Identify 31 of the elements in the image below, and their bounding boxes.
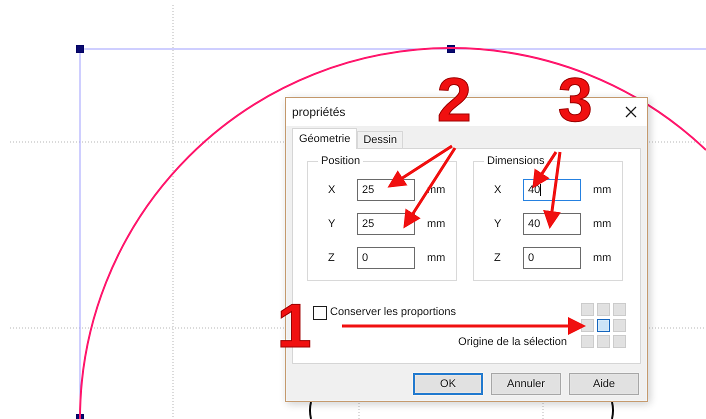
- axis-label: X: [493, 184, 502, 196]
- axis-label: Z: [493, 252, 502, 264]
- axis-label: Y: [493, 218, 502, 230]
- group-title: Dimensions: [484, 155, 548, 167]
- unit-label: mm: [593, 218, 612, 230]
- group-title: Position: [318, 155, 364, 167]
- axis-label: Y: [327, 218, 336, 230]
- window-title: propriétés: [292, 105, 346, 119]
- input-field[interactable]: 40: [523, 213, 581, 235]
- axis-label: X: [327, 184, 336, 196]
- unit-label: mm: [427, 252, 446, 264]
- unit-label: mm: [593, 184, 612, 196]
- dialog-button[interactable]: Annuler: [491, 373, 561, 395]
- close-icon[interactable]: [625, 106, 637, 118]
- curve-line: [309, 402, 312, 419]
- input-field[interactable]: 0: [357, 247, 415, 269]
- checkbox-label: Conserver les proportions: [330, 306, 456, 318]
- unit-label: mm: [593, 252, 612, 264]
- input-field[interactable]: 25: [357, 213, 415, 235]
- dialog-button[interactable]: OK: [413, 373, 483, 395]
- unit-label: mm: [427, 218, 446, 230]
- curve-line: [611, 402, 614, 419]
- input-field[interactable]: 0: [523, 247, 581, 269]
- tab[interactable]: Dessin: [357, 131, 403, 148]
- checkbox[interactable]: [313, 306, 327, 320]
- tab[interactable]: Géometrie: [292, 128, 358, 149]
- origin-label: Origine de la sélection: [458, 336, 567, 348]
- input-field[interactable]: 25: [357, 179, 415, 201]
- dialog-button[interactable]: Aide: [569, 373, 639, 395]
- origin-cell[interactable]: [597, 319, 610, 332]
- axis-label: Z: [327, 252, 336, 264]
